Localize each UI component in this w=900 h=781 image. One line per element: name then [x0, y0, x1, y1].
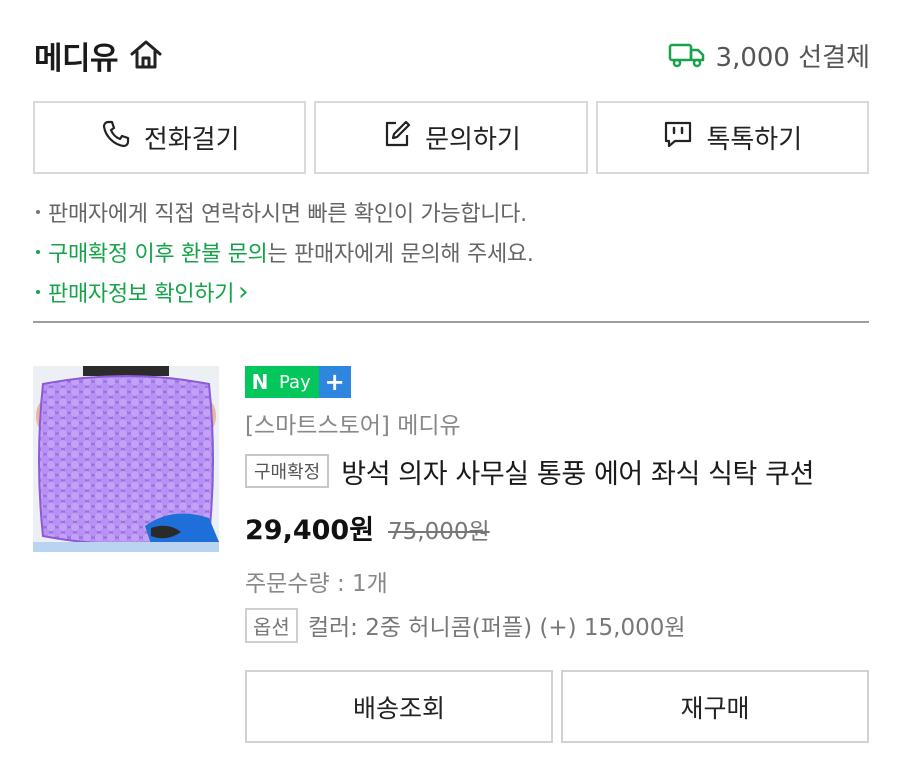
price-row: 29,400원 75,000원	[245, 508, 869, 546]
call-button[interactable]: 전화걸기	[33, 101, 307, 174]
order-quantity: 주문수량 : 1개	[245, 571, 388, 597]
product-image[interactable]	[33, 366, 219, 552]
inquiry-label: 문의하기	[425, 125, 521, 155]
product-title[interactable]: 방석 의자 사무실 통풍 에어 좌식 식탁 쿠션	[341, 452, 814, 491]
npay-plus-badge: N Pay +	[245, 366, 351, 398]
option-badge: 옵션	[245, 607, 298, 643]
shipping-text: 3,000 선결제	[715, 42, 870, 73]
chat-icon	[662, 118, 694, 157]
call-label: 전화걸기	[143, 125, 240, 155]
talktalk-label: 톡톡하기	[706, 125, 803, 155]
seller-info-link[interactable]: 판매자정보 확인하기	[48, 276, 234, 308]
store-name[interactable]: 메디유	[34, 33, 119, 78]
shipping-info: 3,000 선결제	[668, 37, 870, 74]
order-status-badge: 구매확정	[245, 454, 330, 488]
product-title-row[interactable]: 구매확정 방석 의자 사무실 통풍 에어 좌식 식탁 쿠션	[245, 452, 869, 490]
notice-list: 판매자에게 직접 연락하시면 빠른 확인이 가능합니다. 구매확정 이후 환불 …	[34, 192, 870, 312]
original-price: 75,000원	[388, 519, 490, 545]
bullet-icon	[36, 250, 40, 254]
bullet-icon	[36, 210, 40, 214]
truck-icon	[668, 42, 706, 68]
notice-text: 는 판매자에게 문의해 주세요.	[267, 242, 534, 267]
sale-price: 29,400원	[245, 515, 375, 546]
edit-icon	[381, 118, 413, 157]
plus-icon: +	[318, 366, 351, 398]
rebuy-button[interactable]: 재구매	[561, 670, 869, 743]
inquiry-button[interactable]: 문의하기	[314, 101, 588, 174]
product-info: N Pay + [스마트스토어] 메디유 구매확정 방석 의자 사무실 통풍 에…	[245, 366, 869, 643]
notice-item: 판매자에게 직접 연락하시면 빠른 확인이 가능합니다.	[34, 192, 870, 232]
naver-n-logo: N	[245, 366, 275, 398]
notice-text: 판매자에게 직접 연락하시면 빠른 확인이 가능합니다.	[48, 202, 527, 227]
contact-buttons: 전화걸기 문의하기 톡톡하기	[33, 101, 869, 174]
order-detail-page: 메디유 3,000 선결제 전화걸기 문의하기 톡톡하기 판매자에게 직접 연락…	[0, 0, 900, 781]
bullet-icon	[36, 290, 40, 294]
home-icon[interactable]	[128, 37, 164, 73]
talktalk-button[interactable]: 톡톡하기	[595, 101, 869, 174]
chevron-right-icon[interactable]: ›	[238, 277, 248, 307]
npay-label: Pay	[275, 366, 319, 398]
divider	[33, 321, 869, 323]
seller-name[interactable]: [스마트스토어] 메디유	[245, 406, 869, 439]
notice-item: 구매확정 이후 환불 문의 는 판매자에게 문의해 주세요.	[34, 232, 870, 272]
notice-highlight: 구매확정 이후 환불 문의	[48, 242, 268, 267]
store-header: 메디유 3,000 선결제	[34, 30, 870, 80]
option-row: 옵션 컬러: 2중 허니콤(퍼플) (+) 15,000원	[245, 607, 869, 643]
option-text: 컬러: 2중 허니콤(퍼플) (+) 15,000원	[307, 615, 686, 641]
order-actions: 배송조회 재구매	[245, 670, 869, 743]
track-delivery-button[interactable]: 배송조회	[245, 670, 553, 743]
phone-icon	[100, 118, 132, 157]
store-name-wrap[interactable]: 메디유	[34, 33, 164, 78]
notice-item: 판매자정보 확인하기 ›	[34, 272, 870, 312]
